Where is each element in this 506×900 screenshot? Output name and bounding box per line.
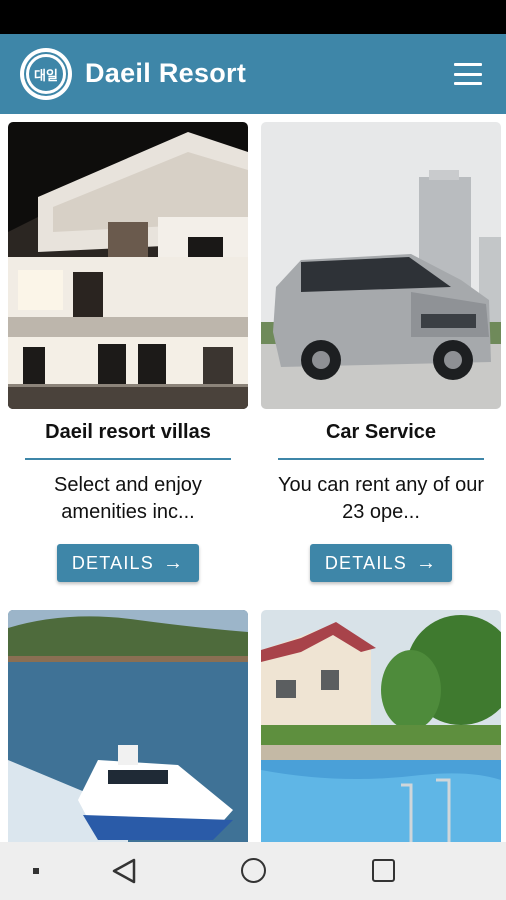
logo[interactable]: 대일 — [20, 48, 72, 100]
card-description: Select and enjoy amenities inc... — [54, 474, 202, 523]
card-title: Daeil resort villas — [45, 421, 211, 443]
content-scroll[interactable]: Daeil resort villas Select and enjoy ame… — [0, 114, 506, 842]
details-button[interactable]: DETAILS → — [310, 544, 452, 582]
back-icon[interactable] — [112, 858, 136, 884]
dot-icon — [33, 868, 39, 874]
recent-apps-icon[interactable] — [372, 859, 395, 882]
villa-image[interactable] — [8, 122, 248, 409]
divider — [278, 458, 484, 460]
card-car-service[interactable]: Car Service You can rent any of our 23 o… — [261, 122, 501, 582]
divider — [25, 458, 231, 460]
card-yacht[interactable] — [8, 610, 248, 842]
card-description: You can rent any of our 23 ope... — [277, 474, 485, 523]
yacht-image[interactable] — [8, 610, 248, 842]
car-image[interactable] — [261, 122, 501, 409]
app-bar: 대일 Daeil Resort — [0, 34, 506, 114]
details-button[interactable]: DETAILS → — [57, 544, 199, 582]
pool-image[interactable] — [261, 610, 501, 842]
card-villas[interactable]: Daeil resort villas Select and enjoy ame… — [8, 122, 248, 582]
arrow-right-icon: → — [415, 551, 438, 574]
hamburger-menu-icon[interactable] — [454, 63, 482, 85]
system-nav-bar — [0, 842, 506, 900]
status-bar — [0, 0, 506, 34]
details-label: DETAILS — [324, 552, 407, 573]
home-icon[interactable] — [241, 858, 266, 883]
logo-mark: 대일 — [26, 54, 66, 94]
arrow-right-icon: → — [162, 551, 185, 574]
card-pool[interactable] — [261, 610, 501, 842]
card-title: Car Service — [325, 421, 437, 443]
details-label: DETAILS — [71, 552, 154, 573]
app-title: Daeil Resort — [85, 58, 247, 88]
